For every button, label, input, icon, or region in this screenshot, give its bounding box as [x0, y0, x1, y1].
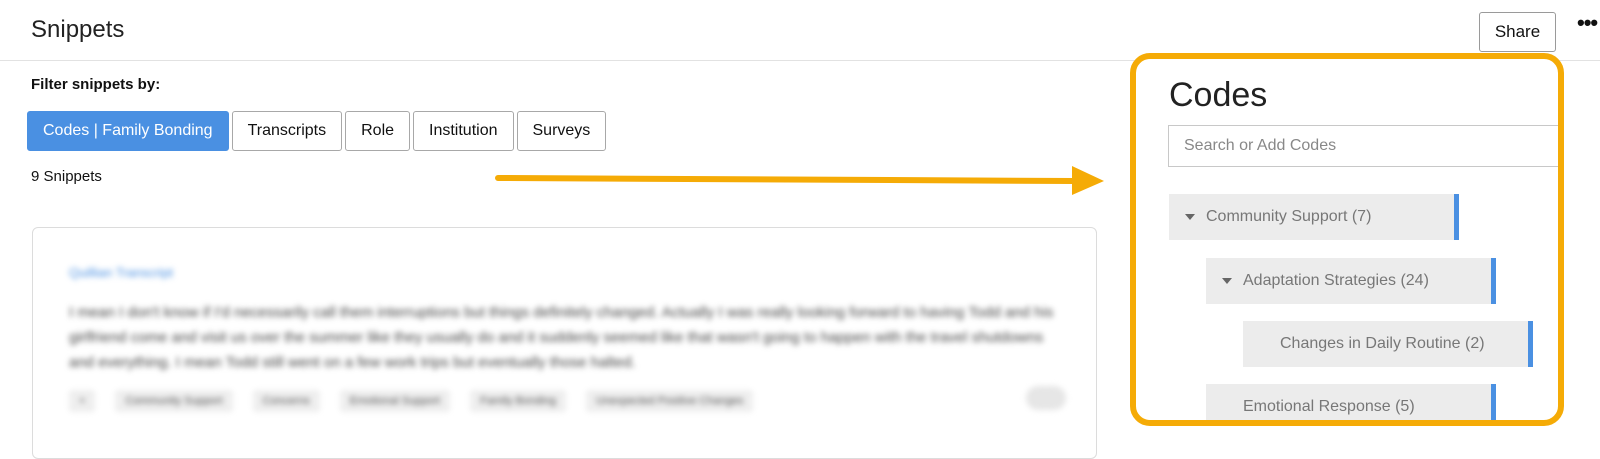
filter-bar: Codes | Family Bonding Transcripts Role … [27, 111, 607, 151]
code-item-community-support[interactable]: Community Support (7) [1169, 194, 1459, 240]
snippet-tag[interactable]: Community Support [115, 390, 233, 412]
filter-role-button[interactable]: Role [345, 111, 411, 151]
page-header: Snippets Share ••• [0, 0, 1600, 61]
code-item-adaptation-strategies[interactable]: Adaptation Strategies (24) [1206, 258, 1496, 304]
code-item-changes-in-daily-routine[interactable]: Changes in Daily Routine (2) [1243, 321, 1533, 367]
codes-panel: Codes Community Support (7) Adaptation S… [1130, 53, 1564, 426]
code-item-label: Community Support (7) [1206, 208, 1372, 225]
snippet-tag[interactable]: Concerns [252, 390, 320, 412]
code-item-label: Changes in Daily Routine (2) [1280, 335, 1485, 352]
caret-down-icon[interactable] [1185, 214, 1195, 220]
add-tag-button[interactable]: + [69, 390, 96, 412]
snippet-tag[interactable]: Family Bonding [470, 390, 567, 412]
snippet-count: 9 Snippets [31, 168, 102, 185]
page-title: Snippets [31, 16, 125, 43]
comment-icon[interactable] [1026, 386, 1066, 410]
snippet-card[interactable]: Quillian Transcript I mean I don't know … [32, 227, 1097, 459]
snippet-tags: + Community Support Concerns Emotional S… [69, 390, 754, 412]
snippet-tag[interactable]: Emotional Support [339, 390, 451, 412]
annotation-arrow-icon [495, 166, 1104, 195]
code-search-input[interactable] [1168, 125, 1558, 167]
filter-codes-button[interactable]: Codes | Family Bonding [27, 111, 229, 151]
filter-transcripts-button[interactable]: Transcripts [231, 111, 343, 151]
code-item-emotional-response[interactable]: Emotional Response (5) [1206, 384, 1496, 420]
more-options-icon[interactable]: ••• [1577, 10, 1598, 36]
codes-panel-title: Codes [1169, 76, 1268, 114]
snippet-source-link[interactable]: Quillian Transcript [69, 265, 173, 280]
snippet-tag[interactable]: Unexpected Positive Changes [586, 390, 754, 412]
code-item-label: Emotional Response (5) [1243, 398, 1415, 415]
share-button[interactable]: Share [1479, 12, 1556, 52]
caret-down-icon[interactable] [1222, 278, 1232, 284]
filter-surveys-button[interactable]: Surveys [516, 111, 607, 151]
snippet-text: I mean I don't know if I'd necessarily c… [69, 304, 1054, 371]
filter-label: Filter snippets by: [31, 76, 161, 93]
code-item-label: Adaptation Strategies (24) [1243, 272, 1429, 289]
filter-institution-button[interactable]: Institution [413, 111, 514, 151]
